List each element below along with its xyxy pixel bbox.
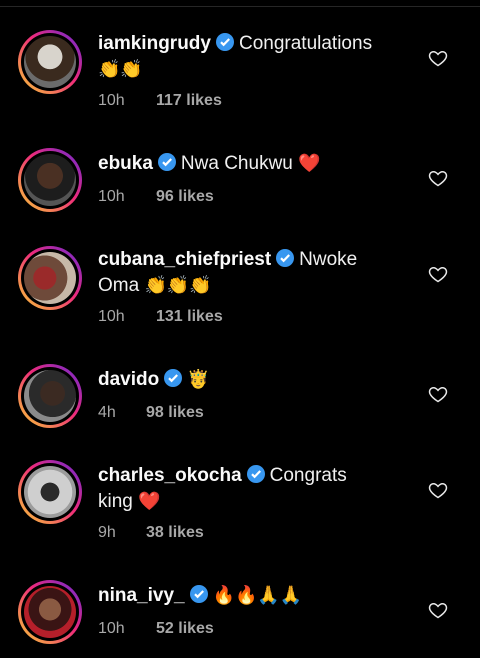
comment-username[interactable]: iamkingrudy	[98, 33, 211, 54]
comment-likes[interactable]: 131 likes	[156, 308, 223, 325]
comment-emojis: 👏👏👏	[144, 275, 212, 296]
comment-time: 10h	[98, 620, 125, 637]
comment-likes[interactable]: 38 likes	[146, 524, 204, 541]
comment-username[interactable]: davido	[98, 369, 159, 390]
avatar[interactable]	[18, 580, 82, 644]
comment-time: 10h	[98, 188, 125, 205]
comment-emojis: 👏👏	[98, 59, 143, 80]
comment-time: 10h	[98, 308, 125, 325]
verified-badge-icon	[215, 33, 234, 51]
avatar[interactable]	[18, 364, 82, 428]
verified-badge-icon	[189, 585, 208, 603]
comment-username[interactable]: ebuka	[98, 153, 153, 174]
comment-likes[interactable]: 117 likes	[156, 92, 222, 109]
comment-text: Congrats	[269, 465, 347, 486]
like-heart-icon[interactable]	[428, 480, 448, 500]
comment-emojis: 🔥🔥🙏🙏	[212, 585, 303, 606]
comment-text: Nwoke	[299, 249, 358, 270]
comment-username[interactable]: nina_ivy_	[98, 585, 185, 606]
comment-time: 9h	[98, 524, 116, 541]
comment-likes[interactable]: 96 likes	[156, 188, 214, 205]
comment-username[interactable]: cubana_chiefpriest	[98, 249, 271, 270]
comment-likes[interactable]: 52 likes	[156, 620, 214, 637]
verified-badge-icon	[157, 153, 176, 171]
comment-text-continued: king	[98, 491, 133, 512]
like-heart-icon[interactable]	[428, 384, 448, 404]
comment-username[interactable]: charles_okocha	[98, 465, 242, 486]
like-heart-icon[interactable]	[428, 168, 448, 188]
comment-time: 10h	[98, 92, 125, 109]
top-divider	[0, 6, 480, 7]
comment-text: Congratulations	[238, 33, 373, 54]
comment-emojis: ❤️	[298, 153, 321, 174]
verified-badge-icon	[276, 249, 295, 267]
avatar[interactable]	[18, 30, 82, 94]
comment-text-continued: Oma	[98, 275, 140, 296]
comment-emojis: ❤️	[138, 491, 161, 512]
verified-badge-icon	[246, 465, 265, 483]
like-heart-icon[interactable]	[428, 600, 448, 620]
verified-badge-icon	[164, 369, 183, 387]
avatar[interactable]	[18, 148, 82, 212]
like-heart-icon[interactable]	[428, 48, 448, 68]
comment-time: 4h	[98, 404, 116, 421]
like-heart-icon[interactable]	[428, 264, 448, 284]
comment-text: Nwa Chukwu	[180, 153, 293, 174]
avatar[interactable]	[18, 246, 82, 310]
avatar[interactable]	[18, 460, 82, 524]
comment-emojis: 🤴	[187, 369, 210, 390]
comment-likes[interactable]: 98 likes	[146, 404, 204, 421]
